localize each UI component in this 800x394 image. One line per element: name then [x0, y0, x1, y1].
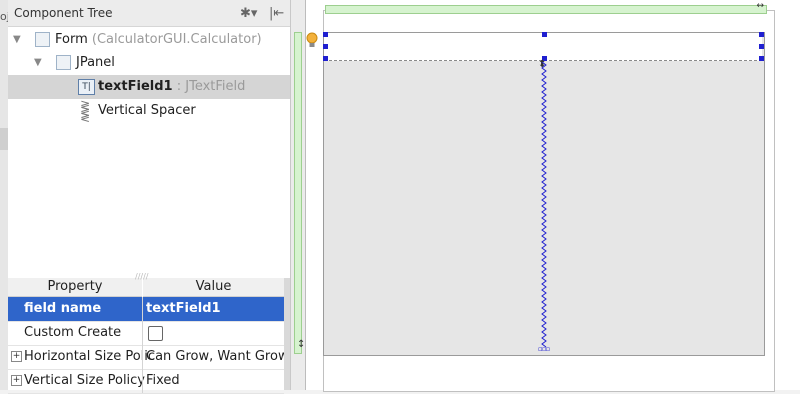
panel-icon	[56, 55, 71, 70]
selection-handle-top-center[interactable]	[542, 32, 547, 37]
tree-node-textfield1[interactable]: T| textField1 : JTextField	[8, 75, 290, 99]
column-divider	[142, 321, 143, 345]
tree-node-sublabel: (CalculatorGUI.Calculator)	[91, 32, 262, 47]
tree-node-jpanel[interactable]: ▼ JPanel	[8, 51, 290, 75]
selection-handle-middle-right[interactable]	[759, 44, 764, 49]
property-value[interactable]: Can Grow, Want Grow	[146, 349, 284, 364]
property-name: Custom Create	[24, 325, 122, 340]
tree-node-form[interactable]: ▼ Form (CalculatorGUI.Calculator)	[8, 28, 290, 52]
form-icon	[35, 32, 50, 47]
column-divider	[142, 369, 143, 393]
component-tree-title: Component Tree	[14, 6, 113, 20]
vertical-resize-icon: ↕	[297, 339, 306, 350]
selection-handle-top-left[interactable]	[323, 32, 328, 37]
property-row-horizontal-size-policy[interactable]: + Horizontal Size Polic Can Grow, Want G…	[8, 345, 284, 370]
clipped-panel-text: oj	[0, 10, 8, 23]
selection-handle-top-right[interactable]	[759, 32, 764, 37]
selection-handle-middle-left[interactable]	[323, 44, 328, 49]
spacer-icon: ≷ ≷ ≷	[80, 98, 91, 124]
gear-icon[interactable]: ✱▾	[240, 6, 257, 21]
selection-handle-bottom-left[interactable]	[323, 56, 328, 61]
edge-scroll-thumb[interactable]	[0, 128, 8, 150]
property-table-scrollbar[interactable]	[284, 278, 290, 390]
lightbulb-icon[interactable]	[306, 32, 318, 50]
expand-triangle-icon[interactable]: ▼	[34, 57, 42, 68]
column-divider	[142, 345, 143, 369]
column-layout-strip[interactable]: ↔	[325, 1, 767, 14]
tree-node-sublabel: : JTextField	[176, 79, 246, 94]
splitter-grip-icon[interactable]: /////	[135, 272, 148, 281]
property-name: Horizontal Size Polic	[24, 349, 156, 364]
component-tree-panel: Component Tree ✱▾ |⇤ ▼ Form (CalculatorG…	[8, 0, 291, 270]
tree-node-label: textField1	[98, 79, 173, 94]
expand-plus-icon[interactable]: +	[11, 351, 22, 362]
property-row-vertical-size-policy[interactable]: + Vertical Size Policy Fixed	[8, 369, 284, 394]
row-layout-strip[interactable]	[294, 32, 302, 354]
tree-node-label: Form	[55, 32, 88, 47]
pin-left-icon[interactable]: |⇤	[269, 6, 284, 21]
value-column-header[interactable]: Value	[143, 278, 284, 297]
property-row-field-name[interactable]: field name textField1	[8, 297, 284, 322]
property-value[interactable]: Fixed	[146, 373, 284, 388]
vertical-spacer-component[interactable]	[541, 62, 547, 348]
textfield-icon: T|	[78, 79, 95, 95]
expand-triangle-icon[interactable]: ▼	[13, 34, 21, 45]
tree-node-label: Vertical Spacer	[98, 103, 196, 118]
expand-plus-icon[interactable]: +	[11, 375, 22, 386]
selection-handle-bottom-right[interactable]	[759, 56, 764, 61]
property-name: Vertical Size Policy	[24, 373, 146, 388]
form-design-surface: ↔ ↕ ⬍ ▫▫▫	[294, 0, 800, 392]
spacer-bottom-handles: ▫▫▫	[538, 345, 550, 353]
column-divider	[142, 297, 143, 321]
property-row-custom-create[interactable]: Custom Create	[8, 321, 284, 346]
tree-node-vertical-spacer[interactable]: ≷ ≷ ≷ Vertical Spacer	[8, 99, 290, 123]
custom-create-checkbox[interactable]	[148, 326, 163, 341]
property-value[interactable]: textField1	[146, 301, 284, 316]
property-name: field name	[24, 301, 102, 316]
horizontal-resize-icon: ↔	[756, 1, 764, 11]
tree-node-label: JPanel	[76, 55, 115, 70]
property-column-header[interactable]: Property	[8, 278, 142, 297]
component-tree-header: Component Tree ✱▾ |⇤	[8, 0, 290, 27]
property-table: Property Value field name textField1 Cus…	[8, 270, 291, 394]
